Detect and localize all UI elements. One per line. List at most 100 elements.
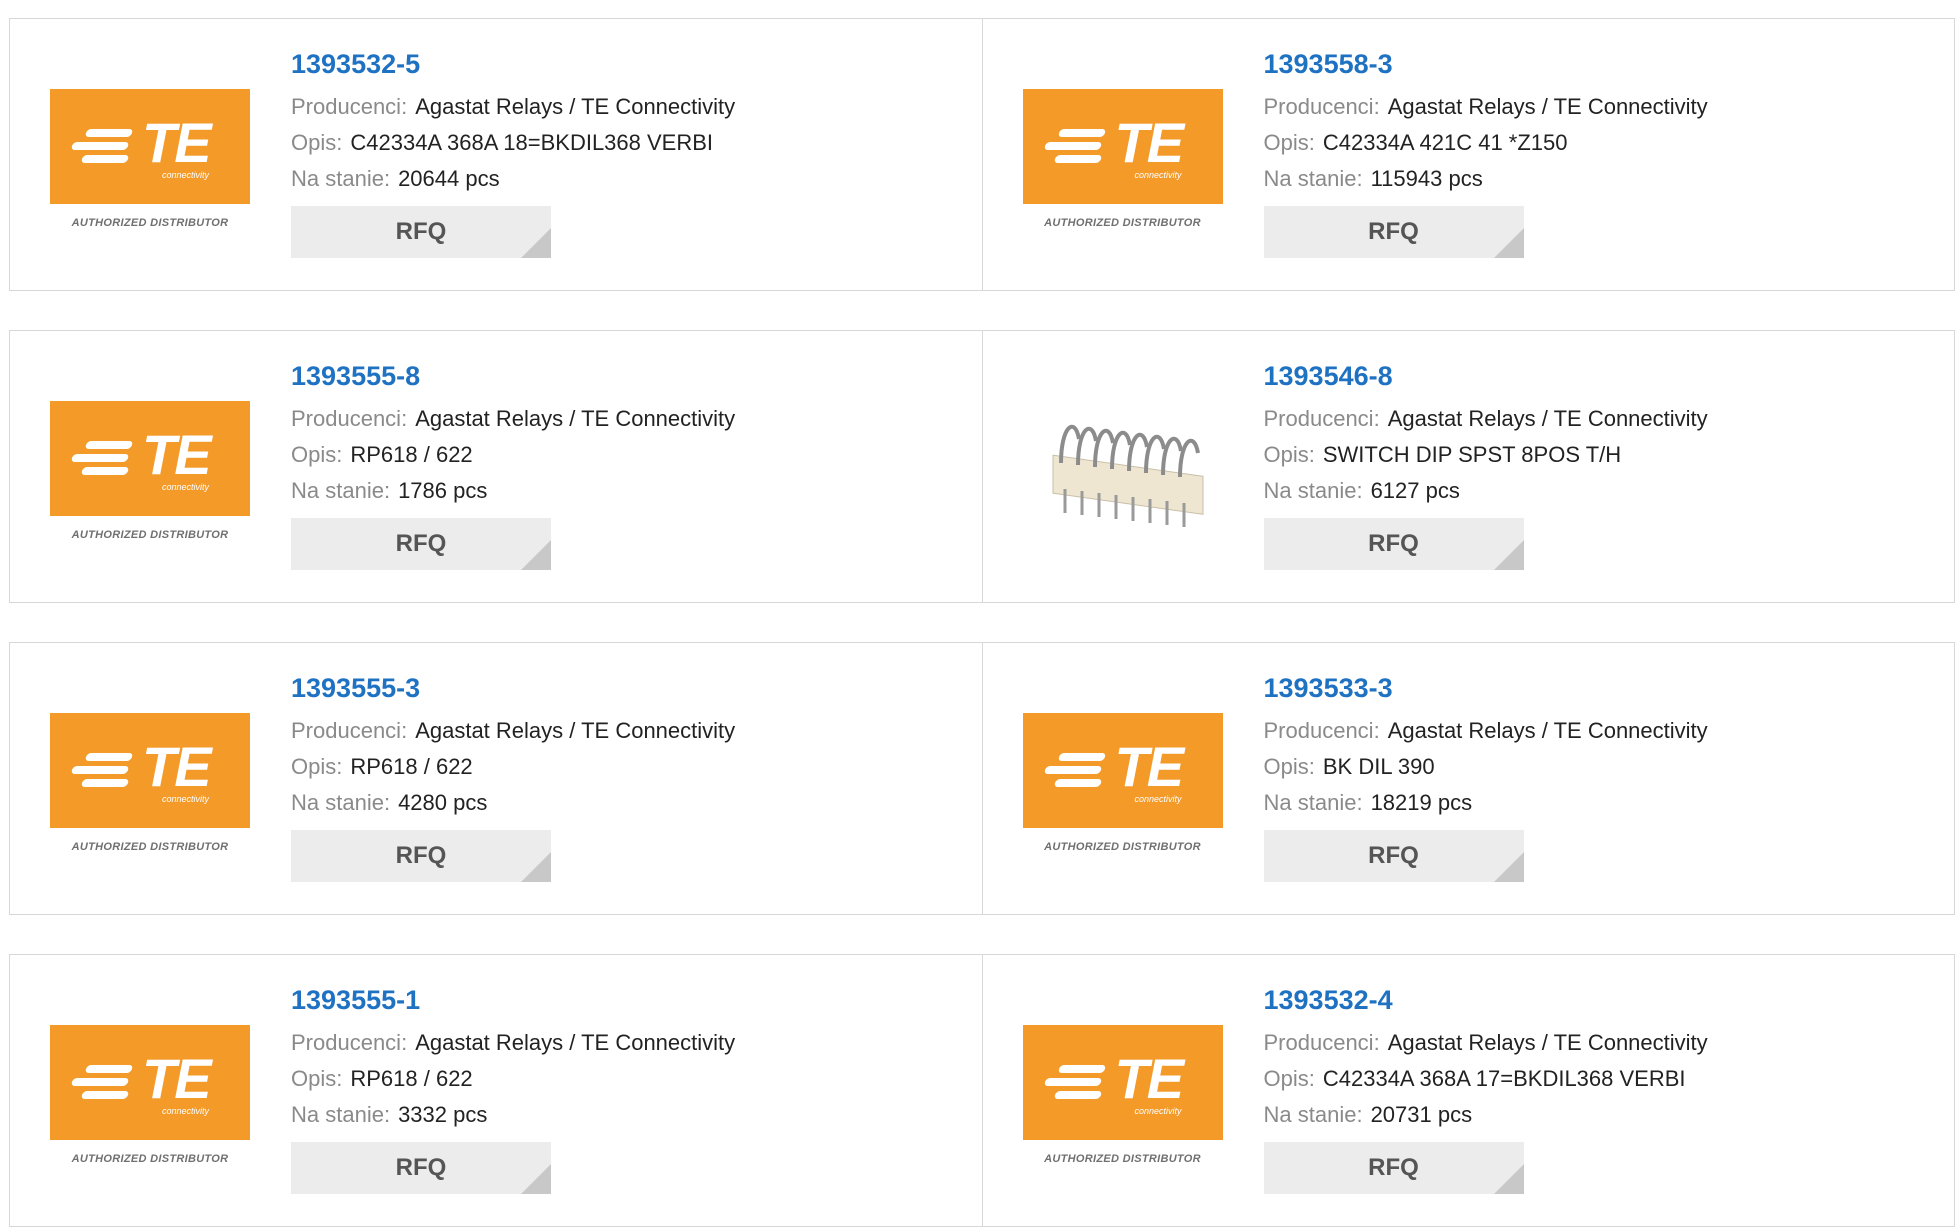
manufacturer-line: Producenci: Agastat Relays / TE Connectiv… [1264,1025,1708,1061]
description-label: Opis: [1263,442,1315,467]
rfq-button[interactable]: RFQ [291,206,551,258]
description-label: Opis: [1263,130,1315,155]
rfq-button[interactable]: RFQ [1263,1142,1524,1194]
part-number-link[interactable]: 1393555-3 [291,671,735,705]
rfq-button[interactable]: RFQ [1263,206,1524,258]
product-row: TE connectivity AUTHORIZED DISTRIBUTOR 1… [9,330,1955,603]
stock-value: 115943 pcs [1370,166,1483,191]
product-info: 1393555-3 Producenci: Agastat Relays / TE … [291,671,735,882]
dip-switch-photo [1052,424,1203,527]
logo-subtext: connectivity [162,170,210,180]
manufacturer-label: Producenci: [1263,94,1380,119]
manufacturer-line: Producenci: Agastat Relays / TE Connectiv… [1264,401,1708,437]
product-card: TE connectivity AUTHORIZED DISTRIBUTOR 1… [981,955,1955,1226]
description-label: Opis: [291,442,343,467]
logo-subtext: connectivity [1134,794,1182,804]
product-thumbnail[interactable]: TE connectivity AUTHORIZED DISTRIBUTOR [1022,713,1223,858]
product-info: 1393532-5 Producenci: Agastat Relays / TE … [291,47,735,258]
description-value: RP618 / 622 [350,754,473,779]
corner-triangle-icon [521,852,551,882]
product-thumbnail[interactable]: TE connectivity AUTHORIZED DISTRIBUTOR [1022,1025,1223,1170]
manufacturer-label: Producenci: [291,406,408,431]
description-line: Opis: C42334A 421C 41 *Z150 [1264,125,1708,161]
product-info: 1393532-4 Producenci: Agastat Relays / TE … [1263,983,1708,1194]
product-card: 1393546-8 Producenci: Agastat Relays / TE … [981,331,1955,602]
manufacturer-label: Producenci: [1263,718,1380,743]
product-thumbnail[interactable]: TE connectivity AUTHORIZED DISTRIBUTOR [50,89,250,234]
logo-subtext: connectivity [162,1106,210,1116]
product-card: TE connectivity AUTHORIZED DISTRIBUTOR 1… [10,331,982,602]
stock-label: Na stanie: [1263,478,1363,503]
product-card: TE connectivity AUTHORIZED DISTRIBUTOR 1… [10,19,982,290]
logo-subtext: connectivity [162,482,210,492]
rfq-button[interactable]: RFQ [291,518,551,570]
description-value: C42334A 368A 17=BKDIL368 VERBI [1322,1066,1686,1091]
te-connectivity-logo: TE connectivity [50,1025,250,1140]
part-number-link[interactable]: 1393532-4 [1264,983,1708,1017]
product-thumbnail[interactable]: TE connectivity AUTHORIZED DISTRIBUTOR [50,713,250,858]
corner-triangle-icon [1493,1164,1524,1194]
description-label: Opis: [291,1066,343,1091]
part-number-link[interactable]: 1393532-5 [291,47,735,81]
stock-line: Na stanie: 3332 pcs [291,1097,735,1133]
corner-triangle-icon [521,228,551,258]
rfq-button[interactable]: RFQ [291,1142,551,1194]
rfq-label: RFQ [395,218,447,245]
stock-line: Na stanie: 1786 pcs [291,473,735,509]
product-card: TE connectivity AUTHORIZED DISTRIBUTOR 1… [981,643,1955,914]
product-card: TE connectivity AUTHORIZED DISTRIBUTOR 1… [10,643,982,914]
part-number-link[interactable]: 1393558-3 [1264,47,1708,81]
part-number-link[interactable]: 1393555-8 [291,359,735,393]
stock-line: Na stanie: 20644 pcs [291,161,735,197]
logo-text: TE [142,423,212,486]
te-connectivity-logo: TE connectivity [1022,1025,1223,1140]
description-value: RP618 / 622 [350,1066,473,1091]
rfq-label: RFQ [1368,1154,1419,1181]
description-label: Opis: [291,754,343,779]
rfq-label: RFQ [395,1154,447,1181]
description-value: SWITCH DIP SPST 8POS T/H [1322,442,1622,467]
description-line: Opis: C42334A 368A 18=BKDIL368 VERBI [291,125,735,161]
te-connectivity-logo: TE connectivity [50,89,250,204]
stock-label: Na stanie: [1263,1102,1363,1127]
manufacturer-label: Producenci: [291,94,408,119]
product-thumbnail[interactable]: TE connectivity AUTHORIZED DISTRIBUTOR [50,401,250,546]
part-number-link[interactable]: 1393546-8 [1264,359,1708,393]
manufacturer-line: Producenci: Agastat Relays / TE Connectiv… [291,713,735,749]
rfq-button[interactable]: RFQ [1263,830,1524,882]
stock-label: Na stanie: [291,166,391,191]
product-info: 1393546-8 Producenci: Agastat Relays / TE … [1263,359,1708,570]
authorized-distributor-label: AUTHORIZED DISTRIBUTOR [1044,841,1201,853]
corner-triangle-icon [1493,540,1524,570]
manufacturer-line: Producenci: Agastat Relays / TE Connectiv… [291,89,735,125]
corner-triangle-icon [1493,228,1524,258]
manufacturer-value: Agastat Relays / TE Connectivity [415,1030,736,1055]
part-number-link[interactable]: 1393555-1 [291,983,735,1017]
product-info: 1393555-8 Producenci: Agastat Relays / TE … [291,359,735,570]
product-thumbnail[interactable]: TE connectivity AUTHORIZED DISTRIBUTOR [50,1025,250,1170]
product-thumbnail[interactable]: TE connectivity AUTHORIZED DISTRIBUTOR [1022,89,1223,234]
description-line: Opis: SWITCH DIP SPST 8POS T/H [1264,437,1708,473]
manufacturer-line: Producenci: Agastat Relays / TE Connectiv… [291,401,735,437]
te-connectivity-logo: TE connectivity [50,401,250,516]
description-line: Opis: C42334A 368A 17=BKDIL368 VERBI [1264,1061,1708,1097]
manufacturer-value: Agastat Relays / TE Connectivity [1387,1030,1708,1055]
manufacturer-label: Producenci: [1263,406,1380,431]
description-value: BK DIL 390 [1322,754,1435,779]
product-card: TE connectivity AUTHORIZED DISTRIBUTOR 1… [10,955,982,1226]
rfq-label: RFQ [395,530,447,557]
rfq-button[interactable]: RFQ [291,830,551,882]
stock-label: Na stanie: [1263,166,1363,191]
manufacturer-value: Agastat Relays / TE Connectivity [415,406,736,431]
rfq-label: RFQ [1368,842,1419,869]
part-number-link[interactable]: 1393533-3 [1264,671,1708,705]
stock-label: Na stanie: [291,478,391,503]
authorized-distributor-label: AUTHORIZED DISTRIBUTOR [1044,1153,1201,1165]
stock-value: 20644 pcs [398,166,500,191]
authorized-distributor-label: AUTHORIZED DISTRIBUTOR [71,1153,229,1165]
authorized-distributor-label: AUTHORIZED DISTRIBUTOR [71,841,229,853]
rfq-button[interactable]: RFQ [1263,518,1524,570]
stock-line: Na stanie: 4280 pcs [291,785,735,821]
description-line: Opis: RP618 / 622 [291,1061,735,1097]
product-thumbnail[interactable] [1023,401,1223,546]
